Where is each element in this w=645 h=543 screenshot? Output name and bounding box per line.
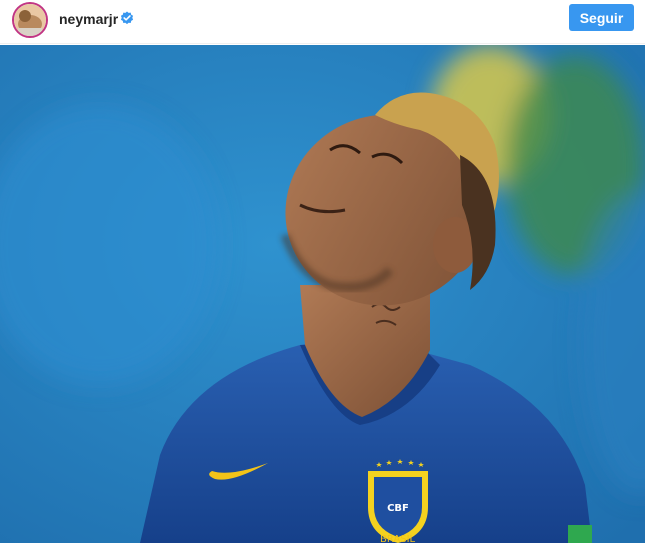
post-header: neymarjr Seguir (0, 0, 645, 44)
jersey-brasil-text: BRASIL (380, 534, 416, 543)
crest-text: CBF (387, 503, 409, 514)
post-photo[interactable]: CBF BRASIL (0, 45, 645, 543)
instagram-post: neymarjr Seguir CBF BRASIL (0, 0, 645, 543)
cbf-crest: CBF (368, 459, 428, 543)
verified-badge-icon (120, 11, 134, 25)
profile-username[interactable]: neymarjr (59, 11, 118, 27)
profile-avatar[interactable] (12, 2, 48, 38)
sleeve-stripe (568, 525, 592, 543)
follow-button[interactable]: Seguir (569, 4, 634, 31)
